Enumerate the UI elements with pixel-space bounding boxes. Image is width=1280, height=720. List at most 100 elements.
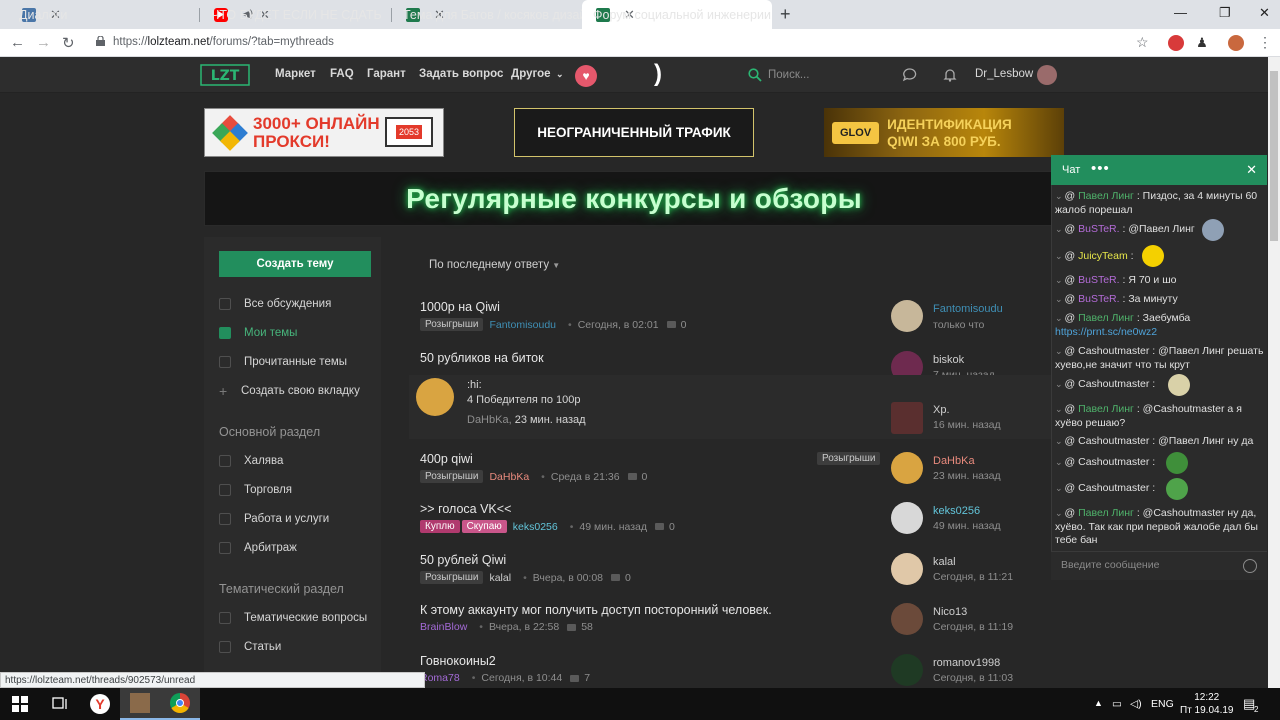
avatar[interactable] (416, 378, 454, 416)
sidebar-item-my-threads[interactable]: Мои темы (219, 322, 297, 344)
sidebar-item-thematic-questions[interactable]: Тематические вопросы (219, 607, 367, 629)
thread-title[interactable]: 400р qiwi (420, 452, 473, 466)
task-view-icon[interactable] (40, 688, 80, 720)
last-poster[interactable]: biskok (933, 354, 964, 366)
nav-faq[interactable]: FAQ (330, 68, 354, 80)
last-poster[interactable]: Nico13 (933, 606, 967, 618)
page-scrollbar[interactable] (1268, 57, 1280, 688)
taskbar-app-icon[interactable] (120, 688, 160, 720)
proxy-banner[interactable]: 3000+ ОНЛАЙН ПРОКСИ! 2053 (204, 108, 444, 157)
heart-icon[interactable]: ♥ (575, 65, 597, 87)
sidebar-add-tab[interactable]: + Создать свою вкладку (219, 380, 360, 402)
last-poster[interactable]: kalal (933, 556, 956, 568)
create-thread-button[interactable]: Создать тему (219, 251, 371, 277)
thread-author[interactable]: kalal (489, 572, 511, 584)
avatar[interactable] (891, 553, 923, 585)
search-icon[interactable] (748, 68, 762, 82)
minimize-icon[interactable]: — (1174, 5, 1187, 20)
thread-row[interactable]: 50 рублей Qiwi Розыгрыши kalal • Вчера, в 0… (409, 551, 1064, 595)
new-tab-icon[interactable]: + (780, 4, 791, 25)
network-icon[interactable]: ▭ (1112, 698, 1122, 710)
chat-link[interactable]: https://prnt.sc/ne0wz2 (1055, 326, 1157, 338)
thread-row[interactable]: К этому аккаунту мог получить доступ пос… (409, 601, 1064, 645)
maximize-icon[interactable]: ❐ (1219, 5, 1231, 21)
thread-author[interactable]: Roma78 (420, 672, 460, 684)
preview-author[interactable]: DaHbKa (467, 414, 509, 426)
thread-author[interactable]: Fantomisoudu (489, 319, 556, 331)
bell-icon[interactable] (942, 67, 958, 83)
sidebar-item-articles[interactable]: Статьи (219, 636, 281, 658)
contests-banner[interactable]: Регулярные конкурсы и обзоры (204, 171, 1064, 226)
prefix-tag[interactable]: Розыгрыши (817, 452, 881, 465)
adblock-icon[interactable] (1168, 35, 1184, 51)
search-input[interactable] (768, 66, 878, 84)
thread-title[interactable]: 1000р на Qiwi (420, 300, 500, 314)
thread-title[interactable]: К этому аккаунту мог получить доступ пос… (420, 603, 772, 617)
lzt-logo[interactable]: LZT (200, 63, 250, 87)
close-icon[interactable]: ✕ (1246, 162, 1257, 178)
username[interactable]: Dr_Lesbow (975, 68, 1033, 80)
thread-row[interactable]: 1000р на Qiwi Розыгрыши Fantomisoudu • Сего… (409, 298, 1064, 342)
thread-author[interactable]: DaHbKa (489, 471, 529, 483)
last-poster[interactable]: Xp. (933, 404, 950, 416)
emoji-icon[interactable] (1243, 559, 1257, 573)
prefix-tag[interactable]: Розыгрыши (420, 318, 484, 331)
nav-garant[interactable]: Гарант (367, 68, 406, 80)
sidebar-item-trade[interactable]: Торговля (219, 479, 292, 501)
nav-ask-question[interactable]: Задать вопрос (419, 68, 503, 80)
thread-title[interactable]: 50 рублей Qiwi (420, 553, 506, 567)
browser-tab-forum[interactable]: Форум социальной инженерии ✕ (582, 0, 772, 29)
forward-icon[interactable]: → (36, 34, 51, 51)
user-avatar[interactable] (1037, 65, 1057, 85)
tray-expand-icon[interactable]: ▲ (1094, 698, 1103, 708)
avatar[interactable] (891, 502, 923, 534)
avatar[interactable] (891, 402, 923, 434)
sidebar-item-arbitration[interactable]: Арбитраж (219, 537, 297, 559)
url-field[interactable]: https://lolzteam.net/forums/?tab=mythrea… (113, 36, 334, 48)
avatar[interactable] (891, 654, 923, 686)
avatar[interactable] (891, 300, 923, 332)
qiwi-banner[interactable]: GLOV ИДЕНТИФИКАЦИЯ QIWI ЗА 800 РУБ. (824, 108, 1064, 157)
extension-icon[interactable]: ♟ (1194, 35, 1210, 51)
yandex-browser-icon[interactable]: Y (80, 688, 120, 720)
browser-tab-youtube[interactable]: ЧТО БУДЕТ ЕСЛИ НЕ СДАТЬ ◀) ✕ (200, 0, 390, 29)
sidebar-item-freebies[interactable]: Халява (219, 450, 283, 472)
nav-market[interactable]: Маркет (275, 68, 316, 80)
thread-row[interactable]: Говнокоины2 Roma78 • Сегодня, в 10:44 7 rom… (409, 652, 1064, 688)
close-window-icon[interactable]: ✕ (1259, 5, 1270, 21)
last-poster[interactable]: keks0256 (933, 505, 980, 517)
thread-author[interactable]: BrainBlow (420, 621, 467, 633)
windows-start-icon[interactable] (0, 688, 40, 720)
sidebar-item-jobs[interactable]: Работа и услуги (219, 508, 329, 530)
last-poster[interactable]: Fantomisoudu (933, 303, 1003, 315)
traffic-banner[interactable]: НЕОГРАНИЧЕННЫЙ ТРАФИК (514, 108, 754, 157)
prefix-tag[interactable]: Скупаю (461, 520, 507, 533)
bookmark-star-icon[interactable]: ☆ (1136, 34, 1149, 51)
thread-author[interactable]: keks0256 (513, 521, 558, 533)
avatar[interactable] (891, 452, 923, 484)
prefix-tag[interactable]: Куплю (420, 520, 460, 533)
nav-other[interactable]: Другое (511, 68, 551, 80)
more-options-icon[interactable]: ••• (1091, 160, 1110, 177)
thread-title[interactable]: >> голоса VK<< (420, 502, 511, 516)
sort-dropdown[interactable]: По последнему ответу ▼ (429, 259, 560, 271)
thread-title[interactable]: Говнокоины2 (420, 654, 496, 668)
back-icon[interactable]: ← (10, 34, 25, 51)
language-indicator[interactable]: ENG (1151, 698, 1174, 710)
menu-dots-icon[interactable]: ⋮ (1258, 34, 1272, 51)
chevron-down-icon[interactable]: ⌄ (556, 69, 564, 80)
last-poster[interactable]: romanov1998 (933, 657, 1000, 669)
prefix-tag[interactable]: Розыгрыши (420, 571, 484, 584)
thread-title[interactable]: 50 рубликов на биток (420, 351, 544, 365)
browser-tab-bugs[interactable]: Тема для Багов / косяков дизай ✕ (392, 0, 586, 29)
sidebar-item-read-threads[interactable]: Прочитанные темы (219, 351, 347, 373)
reload-icon[interactable]: ↻ (62, 34, 75, 52)
messages-icon[interactable] (902, 67, 918, 83)
scrollbar-thumb[interactable] (1270, 71, 1278, 241)
thread-row[interactable]: 400р qiwi Розыгрыши DaHbKa • Среда в 21:36 0… (409, 450, 1064, 494)
volume-icon[interactable]: ◁) (1130, 698, 1142, 710)
sidebar-item-all-discussions[interactable]: Все обсуждения (219, 293, 331, 315)
prefix-tag[interactable]: Розыгрыши (420, 470, 484, 483)
avatar[interactable] (891, 603, 923, 635)
profile-avatar-icon[interactable] (1228, 35, 1244, 51)
